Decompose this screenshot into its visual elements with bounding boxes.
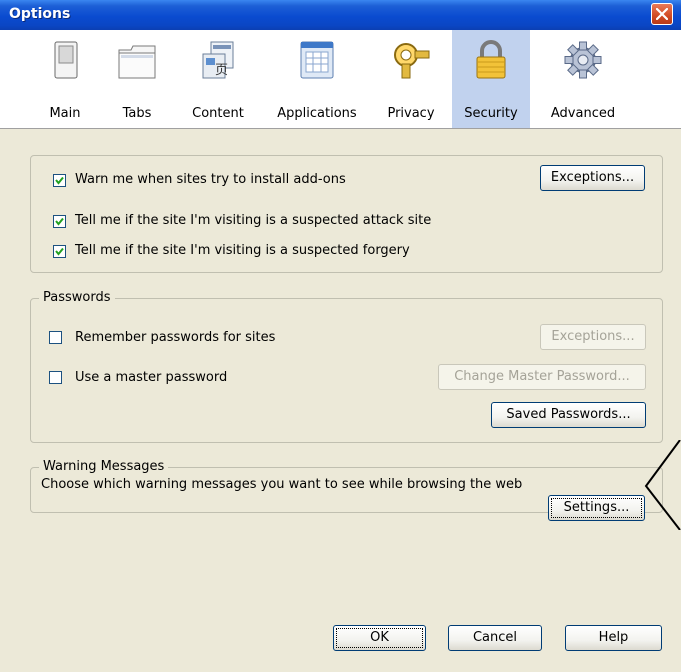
mask-icon: [394, 43, 430, 79]
change-master-password-button[interactable]: Change Master Password...: [438, 364, 646, 390]
window-title: Options: [9, 6, 71, 22]
pane-advanced[interactable]: Advanced: [540, 30, 626, 128]
options-dialog: Options Main Tabs 页 Content Applications…: [0, 0, 681, 672]
warn-addons-label: Warn me when sites try to install add-on…: [75, 172, 346, 187]
pane-main[interactable]: Main: [37, 30, 93, 128]
pane-privacy[interactable]: Privacy: [378, 30, 444, 128]
warning-messages-group: Warning Messages Choose which warning me…: [30, 459, 663, 521]
title-bar[interactable]: Options: [0, 0, 681, 30]
pane-label: Advanced: [550, 106, 616, 121]
switch-icon: [54, 41, 78, 79]
gear-icon: [564, 41, 602, 79]
password-exceptions-button[interactable]: Exceptions...: [540, 324, 646, 350]
pane-label: Tabs: [122, 106, 152, 121]
mouse-pointer-icon: [644, 440, 681, 530]
pane-label: Main: [49, 106, 81, 121]
saved-passwords-button[interactable]: Saved Passwords...: [491, 402, 646, 428]
remember-passwords-checkbox[interactable]: [49, 331, 62, 344]
attack-site-checkbox[interactable]: [53, 215, 66, 228]
applications-icon: [300, 41, 334, 79]
pane-label: Security: [464, 106, 518, 121]
tabs-icon: [118, 45, 156, 79]
svg-text:页: 页: [215, 63, 228, 78]
checkmark-icon: [55, 176, 64, 185]
cancel-button[interactable]: Cancel: [448, 625, 542, 651]
pane-label: Content: [192, 106, 244, 121]
master-password-checkbox[interactable]: [49, 371, 62, 384]
pane-label: Privacy: [387, 106, 435, 121]
master-password-label: Use a master password: [75, 370, 228, 385]
padlock-icon: [476, 40, 506, 79]
attack-site-label: Tell me if the site I'm visiting is a su…: [75, 213, 432, 228]
checkmark-icon: [55, 247, 64, 256]
pane-security[interactable]: Security: [452, 30, 530, 128]
warn-addons-checkbox[interactable]: [53, 174, 66, 187]
pane-label: Applications: [277, 106, 357, 121]
content-icon: 页: [202, 41, 234, 79]
passwords-group: Passwords Remember passwords for sites E…: [30, 290, 663, 443]
pane-applications[interactable]: Applications: [268, 30, 366, 128]
warning-messages-legend: Warning Messages: [39, 459, 169, 474]
close-icon: [656, 8, 668, 20]
help-button[interactable]: Help: [565, 625, 662, 651]
forgery-label: Tell me if the site I'm visiting is a su…: [75, 243, 410, 258]
passwords-legend: Passwords: [39, 290, 115, 305]
addon-exceptions-button[interactable]: Exceptions...: [540, 165, 645, 191]
ok-button[interactable]: OK: [333, 625, 426, 651]
remember-passwords-label: Remember passwords for sites: [75, 330, 276, 345]
security-checks-group: Warn me when sites try to install add-on…: [30, 155, 663, 273]
checkmark-icon: [55, 217, 64, 226]
pane-tabs[interactable]: Tabs: [108, 30, 166, 128]
close-button[interactable]: [651, 3, 673, 25]
warning-settings-button[interactable]: Settings...: [548, 495, 645, 521]
pane-toolbar: Main Tabs 页 Content Applications Privacy…: [0, 30, 681, 129]
warning-messages-description: Choose which warning messages you want t…: [41, 477, 523, 492]
forgery-checkbox[interactable]: [53, 245, 66, 258]
pane-content[interactable]: 页 Content: [183, 30, 253, 128]
